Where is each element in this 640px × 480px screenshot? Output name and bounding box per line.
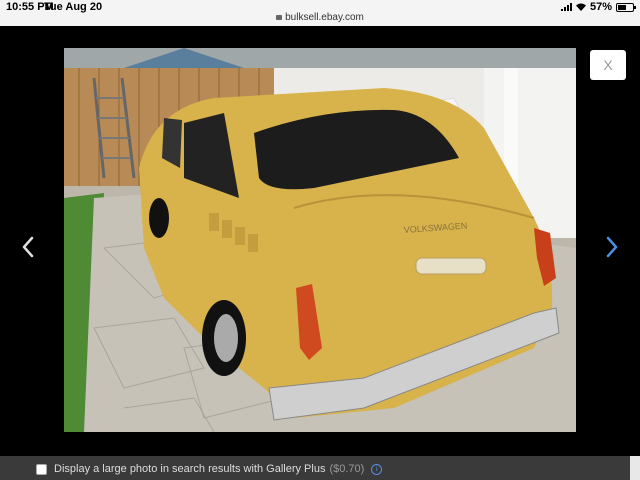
gallery-plus-checkbox[interactable] <box>36 463 47 475</box>
signal-icon <box>560 3 572 11</box>
gallery-plus-label: Display a large photo in search results … <box>54 463 326 475</box>
gallery-plus-bar: Display a large photo in search results … <box>0 456 640 480</box>
car-photo: VOLKSWAGEN <box>64 48 576 432</box>
photo-viewer: X VOLKSWAGEN <box>0 26 640 456</box>
wifi-icon <box>575 3 586 11</box>
gallery-plus-option: Display a large photo in search results … <box>36 463 383 475</box>
page-edge <box>630 456 640 480</box>
status-right: 57% <box>560 1 636 13</box>
status-bar: 10:55 PM Tue Aug 20 bulksell.ebay.com 57… <box>0 0 640 26</box>
info-icon[interactable]: i <box>371 463 383 475</box>
battery-percent: 57% <box>589 1 612 13</box>
battery-icon <box>616 2 636 12</box>
chevron-right-icon[interactable] <box>604 236 620 258</box>
close-button[interactable]: X <box>590 50 626 80</box>
chevron-left-icon[interactable] <box>20 236 36 258</box>
lock-icon <box>276 15 283 20</box>
gallery-plus-price: ($0.70) <box>329 463 365 475</box>
address-bar[interactable]: bulksell.ebay.com <box>0 12 640 23</box>
listing-photo: VOLKSWAGEN <box>64 48 576 432</box>
url-text: bulksell.ebay.com <box>285 12 364 23</box>
